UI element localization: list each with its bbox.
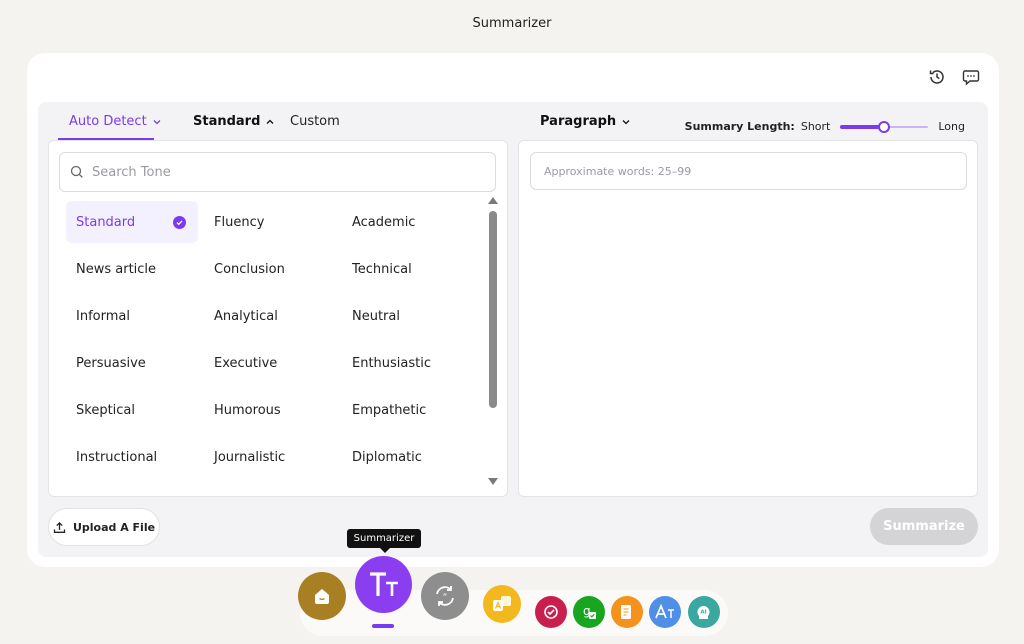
tone-list: Standard Fluency Academic News article Concl… bbox=[66, 199, 481, 482]
tone-option-label: Fluency bbox=[214, 214, 265, 230]
tone-option[interactable]: Neutral bbox=[342, 295, 480, 337]
tone-option-label: Diplomatic bbox=[352, 450, 422, 466]
scroll-up-arrow-icon[interactable] bbox=[488, 197, 498, 204]
active-tool-indicator bbox=[372, 624, 394, 628]
ai-head-icon: AI bbox=[697, 606, 710, 619]
tone-option[interactable]: Analytical bbox=[204, 295, 342, 337]
chevron-up-icon bbox=[266, 119, 274, 124]
main-card: Auto Detect Standard Custom Paragraph Su… bbox=[27, 53, 999, 567]
upload-file-button[interactable]: Upload A File bbox=[48, 508, 160, 546]
summary-length-label: Summary Length: bbox=[684, 120, 795, 133]
scroll-down-arrow-icon[interactable] bbox=[488, 478, 498, 485]
tone-option-label: Persuasive bbox=[76, 356, 146, 372]
tone-option[interactable]: Diplomatic bbox=[342, 437, 480, 479]
text-size-icon bbox=[369, 571, 398, 596]
tone-option[interactable]: Informal bbox=[66, 295, 204, 337]
tone-option-label: Neutral bbox=[352, 308, 400, 324]
tone-option-label: Skeptical bbox=[76, 403, 136, 419]
search-icon bbox=[70, 165, 83, 178]
grammar-tool-button[interactable]: g bbox=[573, 596, 605, 628]
approximate-words-hint: Approximate words: 25–99 bbox=[544, 164, 692, 178]
tone-option[interactable]: Skeptical bbox=[66, 390, 204, 432]
tab-auto-detect[interactable]: Auto Detect bbox=[69, 114, 162, 129]
tone-option[interactable]: Technical bbox=[342, 248, 480, 290]
app-title: Summarizer bbox=[472, 16, 552, 31]
tone-option-label: Instructional bbox=[76, 450, 158, 466]
tone-option-label: Informal bbox=[76, 308, 130, 324]
tone-option-label: Standard bbox=[76, 214, 136, 230]
tone-option[interactable]: Fluency bbox=[204, 201, 342, 243]
tone-option[interactable]: Humorous bbox=[204, 390, 342, 432]
workspace: Auto Detect Standard Custom Paragraph Su… bbox=[38, 102, 988, 557]
tone-option[interactable]: Instructional bbox=[66, 437, 204, 479]
tone-option[interactable]: Conclusion bbox=[204, 248, 342, 290]
chevron-down-icon bbox=[153, 119, 161, 124]
summary-length-control: Summary Length: Short Long bbox=[685, 120, 965, 133]
tone-option[interactable]: Standard bbox=[66, 201, 198, 243]
essay-writer-tool-button[interactable] bbox=[611, 596, 643, 628]
tone-option[interactable]: Executive bbox=[204, 343, 342, 385]
paraphraser-tool-button[interactable]: ” bbox=[421, 572, 469, 620]
home-icon bbox=[315, 589, 329, 604]
tone-option-label: Technical bbox=[352, 261, 412, 277]
check-circle-icon bbox=[173, 215, 186, 229]
tab-standard-label: Standard bbox=[193, 114, 261, 129]
translator-tool-button[interactable] bbox=[483, 585, 521, 623]
upload-icon bbox=[53, 521, 66, 533]
tab-standard[interactable]: Standard bbox=[193, 114, 275, 129]
summary-length-slider[interactable] bbox=[840, 120, 929, 133]
slider-thumb[interactable] bbox=[878, 120, 891, 133]
svg-text:”: ” bbox=[443, 593, 448, 603]
tone-scrollbar[interactable] bbox=[487, 195, 499, 487]
history-icon[interactable] bbox=[927, 67, 947, 87]
feedback-icon[interactable] bbox=[961, 67, 981, 87]
summarize-button[interactable]: Summarize bbox=[870, 508, 978, 545]
paragraph-dropdown[interactable]: Paragraph bbox=[540, 114, 631, 129]
tab-custom[interactable]: Custom bbox=[290, 114, 340, 129]
output-panel: Approximate words: 25–99 bbox=[518, 140, 978, 497]
tone-option-label: Analytical bbox=[214, 308, 278, 324]
summarizer-tooltip: Summarizer bbox=[347, 529, 421, 553]
tone-option-label: Academic bbox=[352, 214, 416, 230]
tab-auto-detect-label: Auto Detect bbox=[69, 114, 147, 129]
scrollbar-thumb[interactable] bbox=[489, 211, 497, 408]
search-tone-input[interactable] bbox=[92, 164, 472, 180]
tone-option-label: Conclusion bbox=[214, 261, 285, 277]
tone-option[interactable]: Persuasive bbox=[66, 343, 204, 385]
document-pen-icon bbox=[621, 605, 631, 619]
tone-option-label: News article bbox=[76, 261, 157, 277]
summarizer-tool-button[interactable] bbox=[355, 556, 412, 613]
ai-writer-tool-button[interactable] bbox=[649, 596, 681, 628]
svg-text:AI: AI bbox=[700, 610, 706, 616]
tab-custom-label: Custom bbox=[290, 114, 340, 129]
tone-option[interactable]: Empathetic bbox=[342, 390, 480, 432]
tone-option-label: Executive bbox=[214, 356, 278, 372]
paragraph-dropdown-label: Paragraph bbox=[540, 114, 617, 129]
header-actions bbox=[927, 67, 981, 87]
summary-length-min: Short bbox=[800, 120, 831, 133]
plagiarism-tool-button[interactable] bbox=[535, 596, 567, 628]
tone-option[interactable]: Journalistic bbox=[204, 437, 342, 479]
search-tone-box bbox=[59, 152, 496, 192]
home-tool-button[interactable] bbox=[298, 572, 346, 620]
tone-option-label: Humorous bbox=[214, 403, 281, 419]
tone-panel: Standard Fluency Academic News article Concl… bbox=[48, 140, 508, 497]
tone-option[interactable]: Academic bbox=[342, 201, 480, 243]
paraphrase-cycle-icon: ” bbox=[436, 586, 454, 606]
tone-option[interactable]: Enthusiastic bbox=[342, 343, 480, 385]
translate-icon bbox=[493, 596, 511, 611]
tone-option-label: Journalistic bbox=[214, 450, 286, 466]
ai-text-icon bbox=[655, 603, 674, 619]
chevron-down-icon bbox=[622, 119, 630, 124]
output-text-area[interactable]: Approximate words: 25–99 bbox=[530, 152, 967, 190]
plagiarism-check-icon bbox=[544, 605, 558, 619]
tone-option-label: Empathetic bbox=[352, 403, 427, 419]
ai-detector-tool-button[interactable]: AI bbox=[688, 596, 720, 628]
tone-option[interactable]: News article bbox=[66, 248, 204, 290]
summary-length-max: Long bbox=[938, 120, 965, 133]
grammar-check-icon: g bbox=[583, 604, 596, 619]
tone-option-label: Enthusiastic bbox=[352, 356, 432, 372]
upload-file-label: Upload A File bbox=[72, 520, 156, 534]
